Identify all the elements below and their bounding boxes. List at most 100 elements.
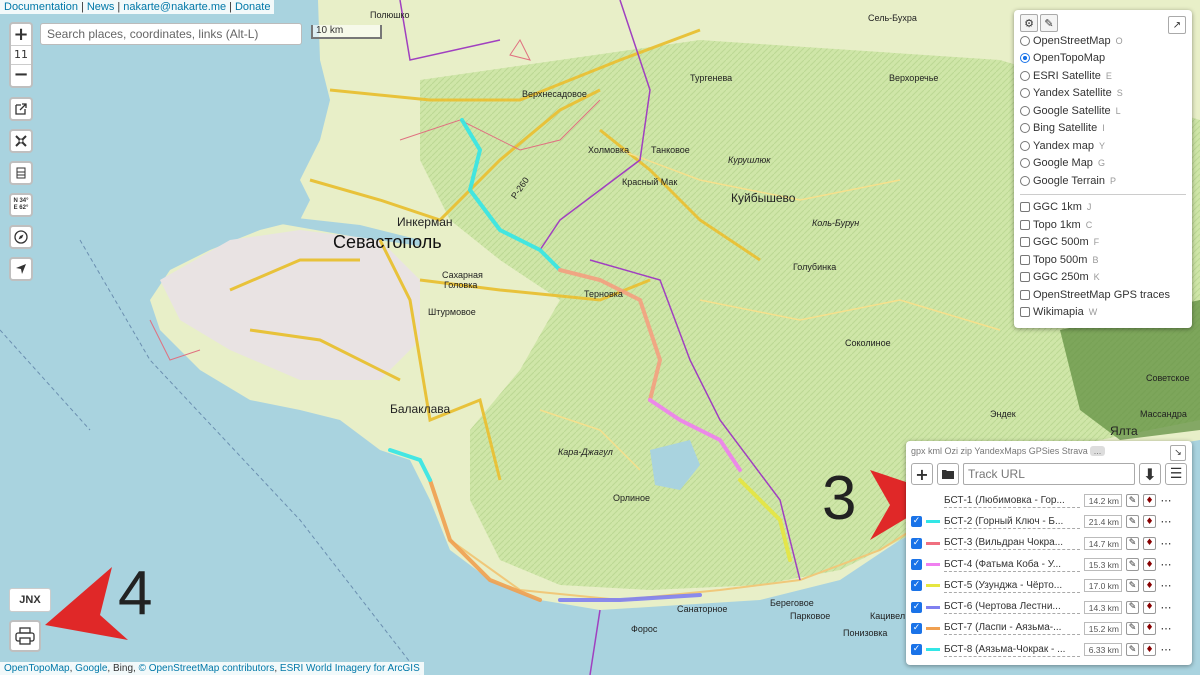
- donate-link[interactable]: Donate: [235, 1, 270, 13]
- track-color-swatch[interactable]: [926, 541, 940, 545]
- attribution-opentopomap-link[interactable]: OpenTopoMap: [4, 663, 70, 674]
- track-add-point-button[interactable]: ♦: [1143, 579, 1156, 593]
- print-button[interactable]: [9, 620, 41, 652]
- radio-button[interactable]: [1020, 175, 1030, 186]
- open-external-button[interactable]: [9, 97, 33, 121]
- radio-button[interactable]: [1020, 105, 1030, 116]
- overlay-layer-option[interactable]: GGC 500m F: [1020, 234, 1186, 252]
- track-more-button[interactable]: ⋯: [1160, 622, 1172, 635]
- track-more-button[interactable]: ⋯: [1160, 537, 1172, 550]
- track-color-swatch[interactable]: [926, 648, 940, 652]
- edit-button[interactable]: ✎: [1040, 14, 1058, 32]
- track-color-swatch[interactable]: [926, 605, 940, 609]
- track-more-button[interactable]: ⋯: [1160, 579, 1172, 592]
- radio-button[interactable]: [1020, 53, 1030, 64]
- track-add-point-button[interactable]: ♦: [1143, 643, 1156, 657]
- overlay-layer-option[interactable]: Topo 500m B: [1020, 251, 1186, 269]
- track-add-point-button[interactable]: ♦: [1143, 536, 1156, 550]
- track-more-button[interactable]: ⋯: [1160, 515, 1172, 528]
- tools-button[interactable]: [9, 129, 33, 153]
- attribution-google-link[interactable]: Google: [75, 663, 107, 674]
- radio-button[interactable]: [1020, 88, 1030, 99]
- documentation-link[interactable]: Documentation: [4, 1, 78, 13]
- attribution-osm-link[interactable]: © OpenStreetMap contributors: [139, 663, 275, 674]
- track-more-button[interactable]: ⋯: [1160, 494, 1172, 507]
- base-layer-option[interactable]: Yandex map Y: [1020, 137, 1186, 155]
- jnx-button[interactable]: JNX: [9, 588, 51, 612]
- track-name[interactable]: БСТ-6 (Чертова Лестни...: [944, 600, 1080, 615]
- track-visible-checkbox[interactable]: [911, 495, 922, 506]
- checkbox[interactable]: [1020, 254, 1030, 265]
- attribution-esri-link[interactable]: ESRI World Imagery for ArcGIS: [280, 663, 420, 674]
- track-name[interactable]: БСТ-4 (Фатьма Коба - У...: [944, 558, 1080, 572]
- overlay-layer-option[interactable]: Wikimapia W: [1020, 304, 1186, 322]
- checkbox[interactable]: [1020, 307, 1030, 318]
- track-edit-button[interactable]: ✎: [1126, 621, 1139, 635]
- track-visible-checkbox[interactable]: ✓: [911, 516, 922, 528]
- track-edit-button[interactable]: ✎: [1126, 494, 1139, 508]
- track-visible-checkbox[interactable]: ✓: [911, 580, 922, 592]
- tracks-menu-button[interactable]: ☰: [1165, 463, 1187, 485]
- track-name[interactable]: БСТ-7 (Ласпи - Аязьма-...: [944, 621, 1080, 636]
- track-color-swatch[interactable]: [926, 499, 940, 503]
- track-visible-checkbox[interactable]: ✓: [911, 622, 922, 634]
- track-add-point-button[interactable]: ♦: [1143, 558, 1156, 572]
- zoom-in-button[interactable]: +: [11, 25, 31, 45]
- track-add-point-button[interactable]: ♦: [1143, 621, 1156, 635]
- overlay-layer-option[interactable]: OpenStreetMap GPS traces: [1020, 286, 1186, 304]
- track-name[interactable]: БСТ-3 (Вильдран Чокра...: [944, 536, 1080, 551]
- track-visible-checkbox[interactable]: ✓: [911, 601, 922, 613]
- search-input[interactable]: Search places, coordinates, links (Alt-L…: [40, 23, 302, 45]
- settings-button[interactable]: ⚙: [1020, 14, 1038, 32]
- checkbox[interactable]: [1020, 202, 1030, 213]
- coordinates-button[interactable]: N 34° E 62°: [9, 193, 33, 217]
- track-visible-checkbox[interactable]: ✓: [911, 559, 922, 571]
- locate-button[interactable]: [9, 257, 33, 281]
- base-layer-option[interactable]: Bing Satellite I: [1020, 120, 1186, 138]
- elevation-profile-button[interactable]: [9, 161, 33, 185]
- radio-button[interactable]: [1020, 35, 1030, 46]
- track-add-point-button[interactable]: ♦: [1143, 515, 1156, 529]
- overlay-layer-option[interactable]: GGC 250m K: [1020, 269, 1186, 287]
- track-edit-button[interactable]: ✎: [1126, 600, 1139, 614]
- track-add-point-button[interactable]: ♦: [1143, 494, 1156, 508]
- track-edit-button[interactable]: ✎: [1126, 643, 1139, 657]
- open-file-button[interactable]: [937, 463, 959, 485]
- track-color-swatch[interactable]: [926, 584, 940, 588]
- news-link[interactable]: News: [87, 1, 115, 13]
- track-name[interactable]: БСТ-5 (Узунджа - Чёрто...: [944, 579, 1080, 593]
- track-edit-button[interactable]: ✎: [1126, 536, 1139, 550]
- compass-button[interactable]: [9, 225, 33, 249]
- track-color-swatch[interactable]: [926, 626, 940, 630]
- track-more-button[interactable]: ⋯: [1160, 558, 1172, 571]
- track-name[interactable]: БСТ-8 (Аязьма-Чокрак - ...: [944, 643, 1080, 657]
- base-layer-option[interactable]: OpenTopoMap: [1020, 50, 1186, 68]
- track-add-point-button[interactable]: ♦: [1143, 600, 1156, 614]
- track-edit-button[interactable]: ✎: [1126, 579, 1139, 593]
- track-edit-button[interactable]: ✎: [1126, 515, 1139, 529]
- track-visible-checkbox[interactable]: ✓: [911, 644, 922, 656]
- overlay-layer-option[interactable]: Topo 1km C: [1020, 216, 1186, 234]
- collapse-tracks-button[interactable]: ↘: [1170, 445, 1186, 461]
- base-layer-option[interactable]: Google Satellite L: [1020, 102, 1186, 120]
- track-color-swatch[interactable]: [926, 520, 940, 524]
- more-formats-button[interactable]: ...: [1089, 446, 1106, 456]
- radio-button[interactable]: [1020, 123, 1030, 134]
- overlay-layer-option[interactable]: GGC 1km J: [1020, 199, 1186, 217]
- email-link[interactable]: nakarte@nakarte.me: [123, 1, 226, 13]
- track-color-swatch[interactable]: [926, 563, 940, 567]
- base-layer-option[interactable]: OpenStreetMap O: [1020, 32, 1186, 50]
- track-url-input[interactable]: Track URL: [963, 463, 1135, 485]
- base-layer-option[interactable]: Google Map G: [1020, 155, 1186, 173]
- add-track-button[interactable]: +: [911, 463, 933, 485]
- track-visible-checkbox[interactable]: ✓: [911, 537, 922, 549]
- checkbox[interactable]: [1020, 272, 1030, 283]
- collapse-layers-button[interactable]: ↗: [1168, 16, 1186, 34]
- zoom-out-button[interactable]: −: [11, 65, 31, 85]
- download-track-button[interactable]: ⬇: [1139, 463, 1161, 485]
- radio-button[interactable]: [1020, 70, 1030, 81]
- track-name[interactable]: БСТ-2 (Горный Ключ - Б...: [944, 515, 1080, 529]
- track-more-button[interactable]: ⋯: [1160, 643, 1172, 656]
- radio-button[interactable]: [1020, 140, 1030, 151]
- radio-button[interactable]: [1020, 158, 1030, 169]
